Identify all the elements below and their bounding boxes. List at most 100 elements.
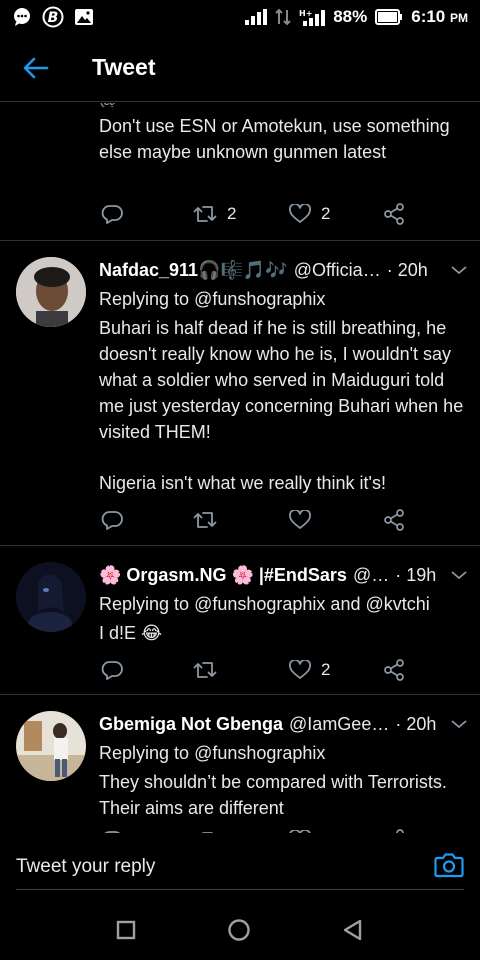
signal-hplus-icon: H+ xyxy=(299,9,326,26)
tweet-text: I d!E 😂 xyxy=(99,623,163,643)
reply-action[interactable] xyxy=(101,659,123,681)
camera-icon xyxy=(434,853,464,878)
reply-action[interactable] xyxy=(101,509,123,531)
chevron-down-icon[interactable] xyxy=(450,569,468,581)
bold-b-icon: B xyxy=(42,6,64,28)
reply-action[interactable] xyxy=(101,829,123,833)
avatar[interactable] xyxy=(16,562,86,632)
tweet-item[interactable]: 🌸 Orgasm.NG 🌸 |#EndSars @… · 19h Replyin… xyxy=(0,546,480,695)
reply-icon xyxy=(101,205,123,224)
tweet-item[interactable]: Gbemiga Not Gbenga @IamGee… · 20h Replyi… xyxy=(0,695,480,833)
author-name[interactable]: Gbemiga Not Gbenga xyxy=(99,714,283,735)
avatar-photo xyxy=(16,562,86,632)
retweet-icon xyxy=(193,512,217,528)
reply-action[interactable] xyxy=(101,203,123,225)
chat-bubble-icon xyxy=(14,8,30,26)
replying-label: Replying to xyxy=(99,289,190,309)
data-transfer-icon xyxy=(275,8,291,26)
like-action[interactable] xyxy=(289,830,311,833)
retweet-action[interactable] xyxy=(193,510,217,530)
back-arrow-icon xyxy=(23,57,49,78)
share-action[interactable] xyxy=(383,509,405,531)
share-action[interactable] xyxy=(383,203,405,225)
replying-to: Replying to @funshographix and @kvtchi xyxy=(99,591,464,617)
replying-to: Replying to @funshographix xyxy=(99,286,464,312)
author-name[interactable]: 🌸 Orgasm.NG 🌸 |#EndSars xyxy=(99,565,347,586)
share-icon xyxy=(384,509,404,531)
replying-label: Replying to xyxy=(99,743,190,763)
signal-icon xyxy=(245,9,268,25)
like-count: 2 xyxy=(321,660,331,679)
system-nav-bar xyxy=(0,900,480,960)
tweet-item[interactable]: Nafdac_911 🎧🎼🎵🎶 @Officia… · 20h Replying … xyxy=(0,241,480,546)
tweet-time: · 19h xyxy=(395,564,437,585)
tweet-partial-line: @ xyxy=(99,103,464,107)
gallery-icon xyxy=(75,9,93,25)
svg-text:B: B xyxy=(48,10,59,26)
author-name[interactable]: Nafdac_911 xyxy=(99,260,198,281)
retweet-count: 2 xyxy=(227,204,237,223)
svg-text:H+: H+ xyxy=(299,9,312,18)
tweet-item[interactable]: @ Don't use ESN or Amotekun, use somethi… xyxy=(0,103,480,241)
heart-icon xyxy=(289,830,311,833)
retweet-action[interactable] xyxy=(193,660,217,680)
page-title: Tweet xyxy=(92,54,156,80)
tweet-time: · 20h xyxy=(395,713,437,734)
reply-underline xyxy=(16,889,464,890)
notification-icons: B xyxy=(12,6,94,28)
reply-input[interactable]: Tweet your reply xyxy=(16,856,155,878)
share-icon xyxy=(384,659,404,681)
replying-mention[interactable]: @funshographix xyxy=(194,743,325,763)
back-nav-button[interactable] xyxy=(342,919,364,941)
avatar-photo xyxy=(16,711,86,781)
replying-label: Replying to xyxy=(99,594,190,614)
retweet-icon xyxy=(202,832,213,833)
tweet-actions: 2 xyxy=(99,657,419,683)
camera-button[interactable] xyxy=(434,852,464,883)
author-handle: @Officia… xyxy=(293,259,381,280)
share-icon xyxy=(396,829,404,833)
app-header: Tweet xyxy=(0,34,480,102)
retweet-action[interactable]: 2 xyxy=(193,204,236,224)
heart-icon xyxy=(289,510,311,529)
replying-to: Replying to @funshographix xyxy=(99,740,464,766)
tweet-text-continued: Nigeria isn't what we really think it's! xyxy=(99,473,386,493)
tweet-time: · 20h xyxy=(386,259,428,280)
like-action[interactable] xyxy=(289,510,311,530)
like-count: 2 xyxy=(321,204,331,223)
avatar[interactable] xyxy=(16,257,86,327)
retweet-action[interactable] xyxy=(193,830,217,833)
tweet-header: Nafdac_911 🎧🎼🎵🎶 @Officia… · 20h xyxy=(99,257,468,283)
author-name-emoji: 🎧🎼🎵🎶 xyxy=(198,259,288,280)
chevron-down-icon[interactable] xyxy=(450,264,468,276)
tweet-actions: 2 2 xyxy=(99,201,419,227)
back-button[interactable] xyxy=(18,50,54,86)
author-handle: @IamGee… xyxy=(289,713,390,734)
share-action[interactable] xyxy=(383,659,405,681)
heart-icon xyxy=(289,204,311,223)
tweet-header: Gbemiga Not Gbenga @IamGee… · 20h xyxy=(99,711,468,737)
home-button[interactable] xyxy=(227,918,251,942)
clock-time: 6:10 xyxy=(411,7,446,26)
system-indicators: H+ 88% 6:10 PM xyxy=(245,7,468,27)
chevron-down-icon[interactable] xyxy=(450,718,468,730)
replying-mention[interactable]: @funshographix and @kvtchi xyxy=(194,594,430,614)
like-action[interactable]: 2 xyxy=(289,660,330,680)
tweet-header: 🌸 Orgasm.NG 🌸 |#EndSars @… · 19h xyxy=(99,562,468,588)
recents-button[interactable] xyxy=(116,920,136,940)
status-bar: B H+ 88% 6:10 PM xyxy=(0,0,480,34)
reply-feed[interactable]: @ Don't use ESN or Amotekun, use somethi… xyxy=(0,103,480,833)
tweet-actions xyxy=(99,827,419,833)
retweet-icon xyxy=(193,206,217,222)
reply-composer: Tweet your reply xyxy=(0,834,480,900)
clock: 6:10 PM xyxy=(411,7,468,27)
share-action[interactable] xyxy=(383,829,405,833)
tweet-actions xyxy=(99,507,419,533)
like-action[interactable]: 2 xyxy=(289,204,330,224)
clock-suffix: PM xyxy=(450,11,468,25)
tweet-text: They shouldn’t be compared with Terroris… xyxy=(99,772,447,818)
reply-icon xyxy=(101,661,123,680)
reply-icon xyxy=(104,831,121,833)
replying-mention[interactable]: @funshographix xyxy=(194,289,325,309)
avatar[interactable] xyxy=(16,711,86,781)
